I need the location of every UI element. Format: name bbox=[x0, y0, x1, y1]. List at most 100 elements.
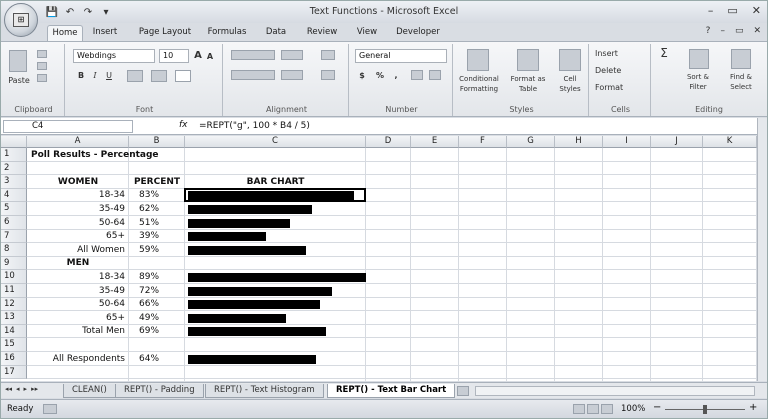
column-header-f[interactable]: F bbox=[459, 136, 507, 148]
cell-a7[interactable]: 65+ bbox=[31, 230, 125, 243]
sheet-tab-rept-padding[interactable]: REPT() - Padding bbox=[115, 384, 204, 398]
insert-sheet-icon[interactable] bbox=[457, 386, 469, 396]
row-header[interactable]: 14 bbox=[1, 324, 27, 339]
row-header[interactable]: 16 bbox=[1, 352, 27, 366]
office-button[interactable]: ⊞ bbox=[4, 3, 38, 37]
column-header-c[interactable]: C bbox=[185, 136, 366, 148]
zoom-level[interactable]: 100% bbox=[621, 404, 645, 414]
font-name-select[interactable]: Webdings bbox=[73, 49, 155, 63]
horizontal-scrollbar[interactable] bbox=[475, 386, 755, 396]
column-header-d[interactable]: D bbox=[366, 136, 411, 148]
row-header[interactable]: 17 bbox=[1, 365, 27, 380]
vertical-align-icon[interactable] bbox=[231, 50, 275, 60]
format-as-table-icon[interactable] bbox=[517, 49, 539, 71]
help-icon[interactable]: ? bbox=[706, 26, 711, 36]
sheet-tab-clean[interactable]: CLEAN() bbox=[63, 384, 116, 398]
tab-view[interactable]: View bbox=[353, 25, 381, 41]
cell-a4[interactable]: 18-34 bbox=[31, 189, 125, 202]
cell-a3[interactable]: WOMEN bbox=[31, 176, 125, 189]
row-header[interactable]: 3 bbox=[1, 175, 27, 189]
row-header[interactable]: 9 bbox=[1, 256, 27, 271]
tab-review[interactable]: Review bbox=[303, 25, 341, 41]
grow-font-button[interactable]: A bbox=[193, 51, 203, 61]
select-all-corner[interactable] bbox=[1, 136, 27, 148]
page-break-view-icon[interactable] bbox=[601, 404, 613, 414]
cell-b13[interactable]: 49% bbox=[131, 312, 183, 325]
next-sheet-icon[interactable]: ▸ bbox=[24, 385, 28, 393]
row-header[interactable]: 5 bbox=[1, 202, 27, 216]
row-header[interactable]: 13 bbox=[1, 311, 27, 325]
workbook-close-button[interactable]: ✕ bbox=[753, 26, 761, 36]
cell-b4[interactable]: 83% bbox=[131, 189, 183, 202]
tab-developer[interactable]: Developer bbox=[393, 25, 443, 41]
cell-b8[interactable]: 59% bbox=[131, 244, 183, 257]
find-select-button[interactable]: Find & Select bbox=[721, 72, 761, 92]
wrap-text-icon[interactable] bbox=[321, 50, 335, 60]
cell-a13[interactable]: 65+ bbox=[31, 312, 125, 325]
horizontal-align-icon[interactable] bbox=[231, 70, 275, 80]
first-sheet-icon[interactable]: ◂◂ bbox=[5, 385, 12, 393]
cell-c3[interactable]: BAR CHART bbox=[187, 176, 364, 189]
cell-b7[interactable]: 39% bbox=[131, 230, 183, 243]
italic-button[interactable]: I bbox=[89, 71, 101, 81]
conditional-formatting-button[interactable]: Conditional Formatting bbox=[455, 74, 503, 94]
sheet-tab-rept-text-bar-chart[interactable]: REPT() - Text Bar Chart bbox=[327, 384, 456, 398]
row-header[interactable]: 11 bbox=[1, 284, 27, 298]
paste-button[interactable]: Paste bbox=[5, 76, 33, 86]
shrink-font-button[interactable]: A bbox=[205, 52, 215, 62]
row-header[interactable]: 6 bbox=[1, 216, 27, 230]
workbook-minimize-button[interactable]: – bbox=[720, 26, 725, 36]
percent-button[interactable]: % bbox=[375, 71, 385, 81]
insert-function-icon[interactable]: fx bbox=[179, 120, 188, 130]
paste-icon[interactable] bbox=[9, 50, 27, 72]
sheet-tab-rept-text-histogram[interactable]: REPT() - Text Histogram bbox=[205, 384, 324, 398]
decrease-decimal-icon[interactable] bbox=[429, 70, 441, 80]
cell-a12[interactable]: 50-64 bbox=[31, 298, 125, 311]
cell-b15[interactable] bbox=[131, 339, 183, 352]
underline-button[interactable]: U bbox=[103, 71, 115, 81]
merge-center-icon[interactable] bbox=[321, 70, 335, 80]
sort-filter-icon[interactable] bbox=[689, 49, 709, 69]
formula-input[interactable]: =REPT("g", 100 * B4 / 5) bbox=[199, 121, 310, 131]
autosum-button[interactable]: Σ bbox=[657, 47, 671, 59]
cell-b14[interactable]: 69% bbox=[131, 325, 183, 338]
cell-a6[interactable]: 50-64 bbox=[31, 217, 125, 230]
format-cells-button[interactable]: Format bbox=[595, 83, 647, 93]
minimize-button[interactable]: – bbox=[708, 4, 714, 17]
vertical-scrollbar[interactable] bbox=[757, 118, 767, 381]
borders-icon[interactable] bbox=[127, 70, 143, 82]
cell-styles-icon[interactable] bbox=[559, 49, 581, 71]
orientation-icon[interactable] bbox=[281, 50, 303, 60]
row-header[interactable]: 1 bbox=[1, 148, 27, 162]
delete-cells-button[interactable]: Delete bbox=[595, 66, 647, 76]
cell-b9[interactable] bbox=[131, 257, 183, 270]
cell-b6[interactable]: 51% bbox=[131, 217, 183, 230]
cell-a16[interactable]: All Respondents bbox=[31, 353, 125, 366]
cell-a5[interactable]: 35-49 bbox=[31, 203, 125, 216]
close-button[interactable]: ✕ bbox=[752, 4, 761, 17]
format-painter-icon[interactable] bbox=[37, 74, 47, 82]
tab-insert[interactable]: Insert bbox=[89, 25, 121, 41]
currency-button[interactable]: $ bbox=[357, 71, 367, 81]
row-header[interactable]: 15 bbox=[1, 338, 27, 352]
zoom-slider-thumb[interactable] bbox=[703, 405, 707, 414]
row-header[interactable]: 8 bbox=[1, 243, 27, 257]
row-header[interactable]: 2 bbox=[1, 161, 27, 176]
zoom-out-button[interactable]: − bbox=[653, 402, 661, 413]
column-header-h[interactable]: H bbox=[555, 136, 603, 148]
sort-filter-button[interactable]: Sort & Filter bbox=[679, 72, 717, 92]
tab-page-layout[interactable]: Page Layout bbox=[137, 25, 193, 41]
row-header[interactable]: 4 bbox=[1, 188, 27, 203]
zoom-in-button[interactable]: + bbox=[749, 402, 757, 413]
cell-b5[interactable]: 62% bbox=[131, 203, 183, 216]
column-header-b[interactable]: B bbox=[129, 136, 185, 148]
column-header-i[interactable]: I bbox=[603, 136, 651, 148]
tab-home[interactable]: Home bbox=[47, 25, 83, 41]
indent-icon[interactable] bbox=[281, 70, 303, 80]
cell-b12[interactable]: 66% bbox=[131, 298, 183, 311]
column-header-k[interactable]: K bbox=[703, 136, 757, 148]
increase-decimal-icon[interactable] bbox=[411, 70, 423, 80]
cell-a9[interactable]: MEN bbox=[31, 257, 125, 270]
column-header-e[interactable]: E bbox=[411, 136, 459, 148]
fill-color-icon[interactable] bbox=[151, 70, 167, 82]
